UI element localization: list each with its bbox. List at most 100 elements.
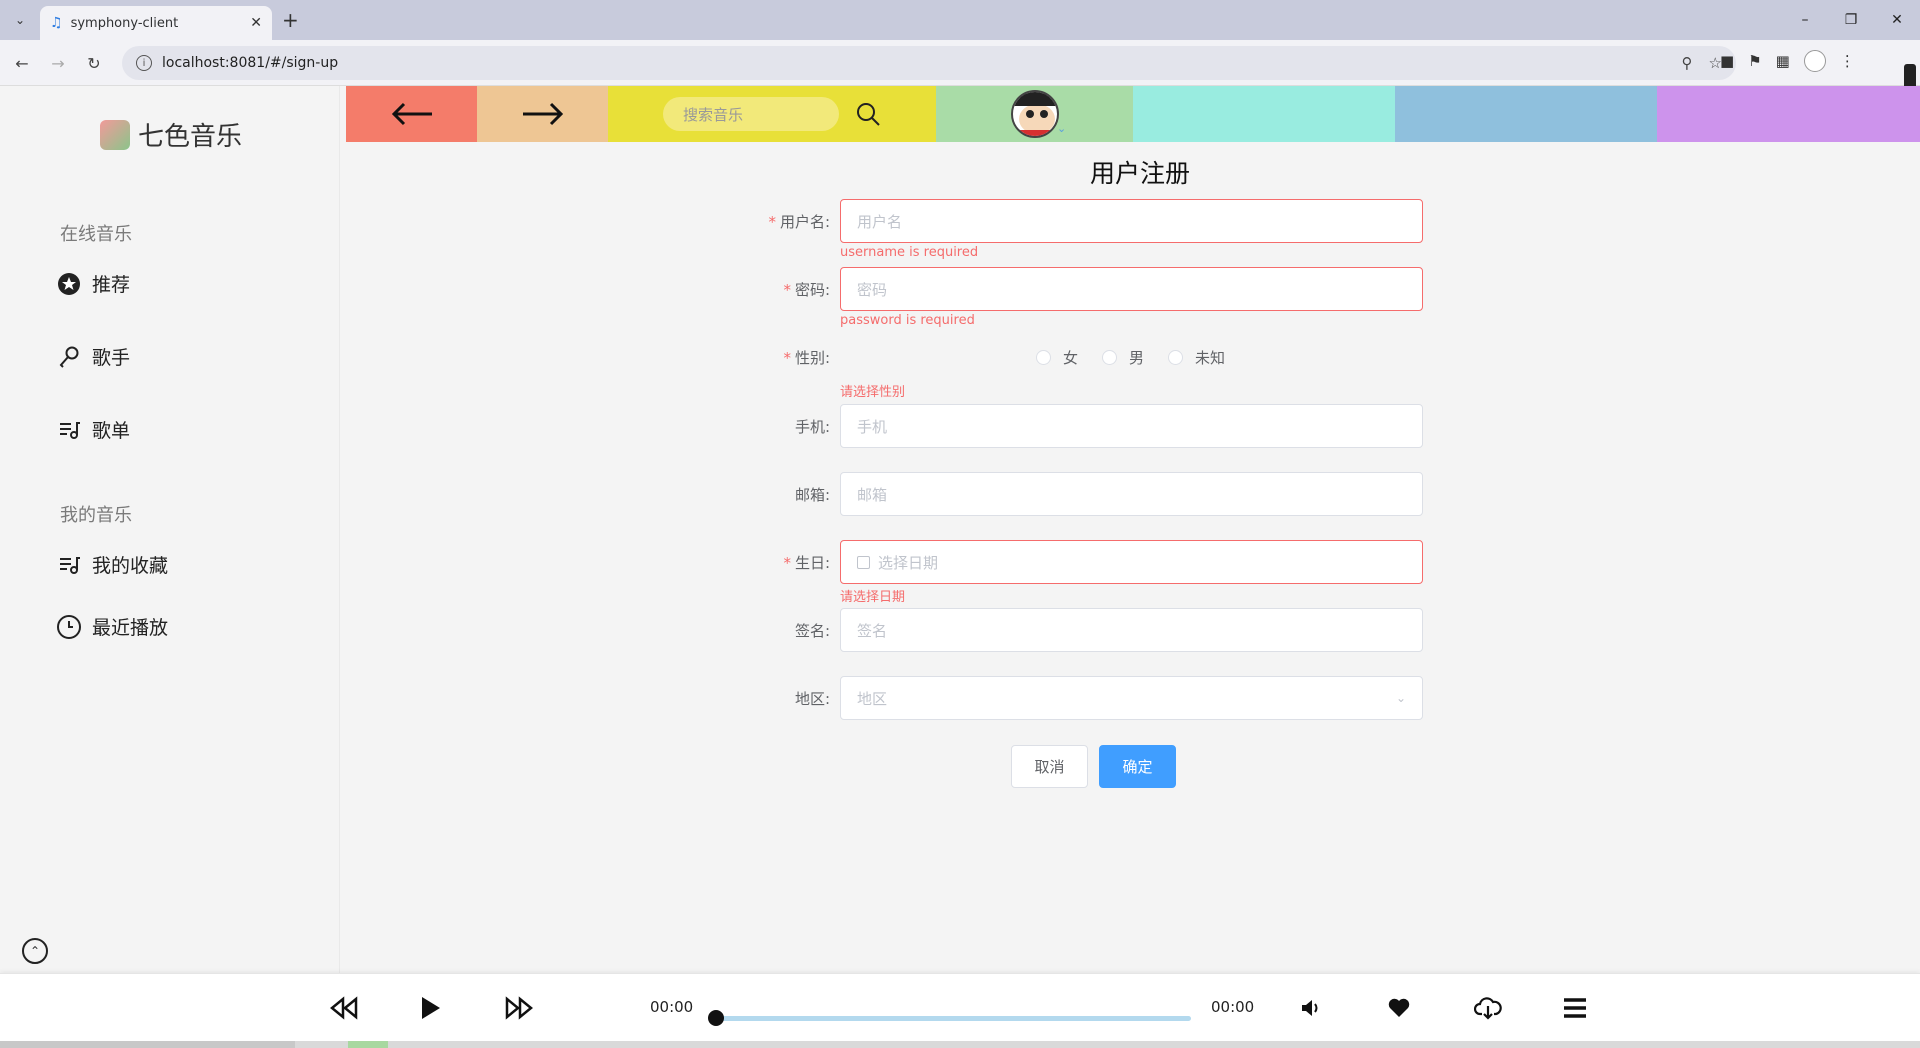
sidebar-item-favorites[interactable]: 我的收藏	[56, 551, 168, 578]
region-placeholder: 地区	[857, 689, 888, 708]
play-icon[interactable]	[420, 992, 442, 1024]
extensions-puzzle-icon[interactable]: ▦	[1776, 52, 1790, 70]
logo-icon	[100, 119, 130, 150]
birthday-date-picker[interactable]: 选择日期	[840, 540, 1423, 584]
sidebar-item-label: 歌手	[92, 347, 131, 369]
gender-radio-female[interactable]: 女	[1036, 347, 1078, 368]
playlist-icon	[56, 417, 82, 443]
region-row: 地区: 地区 ⌄	[720, 676, 1423, 720]
region-label: 地区:	[794, 690, 830, 708]
signature-input[interactable]: 签名	[840, 608, 1423, 652]
user-area: ⌄	[936, 86, 1133, 142]
bookmarks-icon[interactable]: ⚑	[1748, 52, 1761, 70]
birthday-placeholder: 选择日期	[878, 553, 939, 572]
signature-row: 签名: 签名	[720, 608, 1423, 652]
browser-tabstrip: ⌄ ♫ symphony-client ✕ + – ❐ ✕	[0, 0, 1920, 40]
email-label: 邮箱:	[794, 486, 830, 504]
address-bar[interactable]: i localhost:8081/#/sign-up ⚲ ☆	[122, 46, 1736, 80]
menu-dots-icon[interactable]: ⋮	[1840, 52, 1855, 70]
arrow-left-icon	[391, 102, 432, 126]
progress-knob[interactable]	[708, 1010, 724, 1026]
sidebar-item-recommend[interactable]: 推荐	[56, 270, 130, 297]
previous-track-icon[interactable]	[330, 992, 358, 1024]
microphone-icon	[56, 344, 82, 370]
browser-tab[interactable]: ♫ symphony-client ✕	[40, 6, 272, 40]
reload-icon[interactable]: ↻	[82, 51, 106, 75]
gender-error: 请选择性别	[840, 385, 906, 400]
email-input[interactable]: 邮箱	[840, 472, 1423, 516]
back-button[interactable]	[346, 86, 477, 142]
username-input[interactable]: 用户名	[840, 199, 1423, 243]
player-bar: 00:00 00:00	[0, 973, 1920, 1041]
birthday-error: 请选择日期	[840, 590, 906, 605]
close-tab-icon[interactable]: ✕	[250, 15, 262, 31]
minimize-button[interactable]: –	[1782, 0, 1828, 40]
search-input[interactable]: 搜索音乐	[663, 97, 839, 131]
current-time: 00:00	[650, 998, 694, 1016]
forward-button[interactable]	[477, 86, 608, 142]
sidebar-item-label: 歌单	[92, 420, 131, 442]
header-segment	[1657, 86, 1920, 142]
clock-icon	[56, 614, 82, 640]
username-row: * 用户名: 用户名 username is required	[720, 199, 1423, 260]
chevron-down-icon[interactable]: ⌄	[1057, 122, 1066, 135]
search-area: 搜索音乐	[608, 86, 936, 142]
sidebar-group-online: 在线音乐	[60, 224, 132, 245]
url-text: localhost:8081/#/sign-up	[162, 55, 339, 71]
header-segment	[1395, 86, 1657, 142]
window-controls: – ❐ ✕	[1782, 0, 1920, 40]
zoom-icon[interactable]: ⚲	[1682, 54, 1693, 72]
gender-row: * 性别: 女 男 未知 请选择性别	[720, 335, 1420, 400]
playlist-menu-icon[interactable]	[1563, 992, 1587, 1024]
extension-icon[interactable]: ■	[1720, 52, 1734, 70]
gender-label: * 性别:	[783, 349, 830, 367]
sidebar-item-playlists[interactable]: 歌单	[56, 416, 130, 443]
site-info-icon[interactable]: i	[136, 55, 152, 71]
progress-bar[interactable]	[708, 1010, 1191, 1026]
user-avatar[interactable]	[1010, 90, 1059, 138]
tab-title: symphony-client	[70, 15, 179, 31]
phone-label: 手机:	[794, 418, 830, 436]
star-circle-icon	[56, 271, 82, 297]
phone-input[interactable]: 手机	[840, 404, 1423, 448]
sidebar-group-mine: 我的音乐	[60, 505, 132, 526]
download-cloud-icon[interactable]	[1474, 992, 1502, 1024]
extension-icons: ■ ⚑ ▦ ⋮	[1720, 50, 1855, 72]
browser-toolbar: ← → ↻ i localhost:8081/#/sign-up ⚲ ☆ ■ ⚑…	[0, 40, 1920, 112]
new-tab-button[interactable]: +	[282, 8, 299, 32]
region-select[interactable]: 地区 ⌄	[840, 676, 1423, 720]
confirm-button[interactable]: 确定	[1099, 745, 1176, 788]
password-label: * 密码:	[783, 281, 830, 299]
app-logo[interactable]: 七色音乐	[100, 116, 242, 153]
search-icon[interactable]	[855, 101, 881, 127]
sidebar-item-singers[interactable]: 歌手	[56, 343, 130, 370]
restore-button[interactable]: ❐	[1828, 0, 1874, 40]
birthday-label: * 生日:	[783, 554, 830, 572]
page-title: 用户注册	[1089, 159, 1190, 188]
logo-text: 七色音乐	[138, 122, 243, 152]
password-input[interactable]: 密码	[840, 267, 1423, 311]
close-window-button[interactable]: ✕	[1874, 0, 1920, 40]
username-label: * 用户名:	[768, 213, 830, 231]
next-track-icon[interactable]	[505, 992, 533, 1024]
sidebar-item-recent[interactable]: 最近播放	[56, 613, 168, 640]
calendar-icon	[857, 555, 870, 569]
bottom-strip	[0, 1041, 1920, 1048]
gender-radio-male[interactable]: 男	[1102, 347, 1144, 368]
tab-search-button[interactable]: ⌄	[8, 8, 32, 32]
birthday-row: * 生日: 选择日期 请选择日期	[720, 540, 1423, 605]
password-row: * 密码: 密码 password is required	[720, 267, 1423, 328]
heart-icon[interactable]	[1388, 992, 1410, 1024]
chevron-down-icon: ⌄	[1395, 691, 1406, 705]
sidebar: 七色音乐 在线音乐 推荐 歌手 歌单 我的音乐 我的收藏 最近播放 ⌃	[0, 86, 340, 973]
back-icon[interactable]: ←	[10, 51, 34, 75]
profile-avatar-icon[interactable]	[1803, 50, 1826, 72]
volume-icon[interactable]	[1300, 992, 1322, 1024]
playlist-icon	[56, 552, 82, 578]
forward-icon[interactable]: →	[46, 51, 70, 75]
gender-radio-unknown[interactable]: 未知	[1168, 347, 1225, 368]
scroll-to-top-icon[interactable]: ⌃	[22, 938, 48, 964]
username-error: username is required	[840, 245, 979, 260]
email-row: 邮箱: 邮箱	[720, 472, 1423, 516]
cancel-button[interactable]: 取消	[1011, 745, 1088, 788]
